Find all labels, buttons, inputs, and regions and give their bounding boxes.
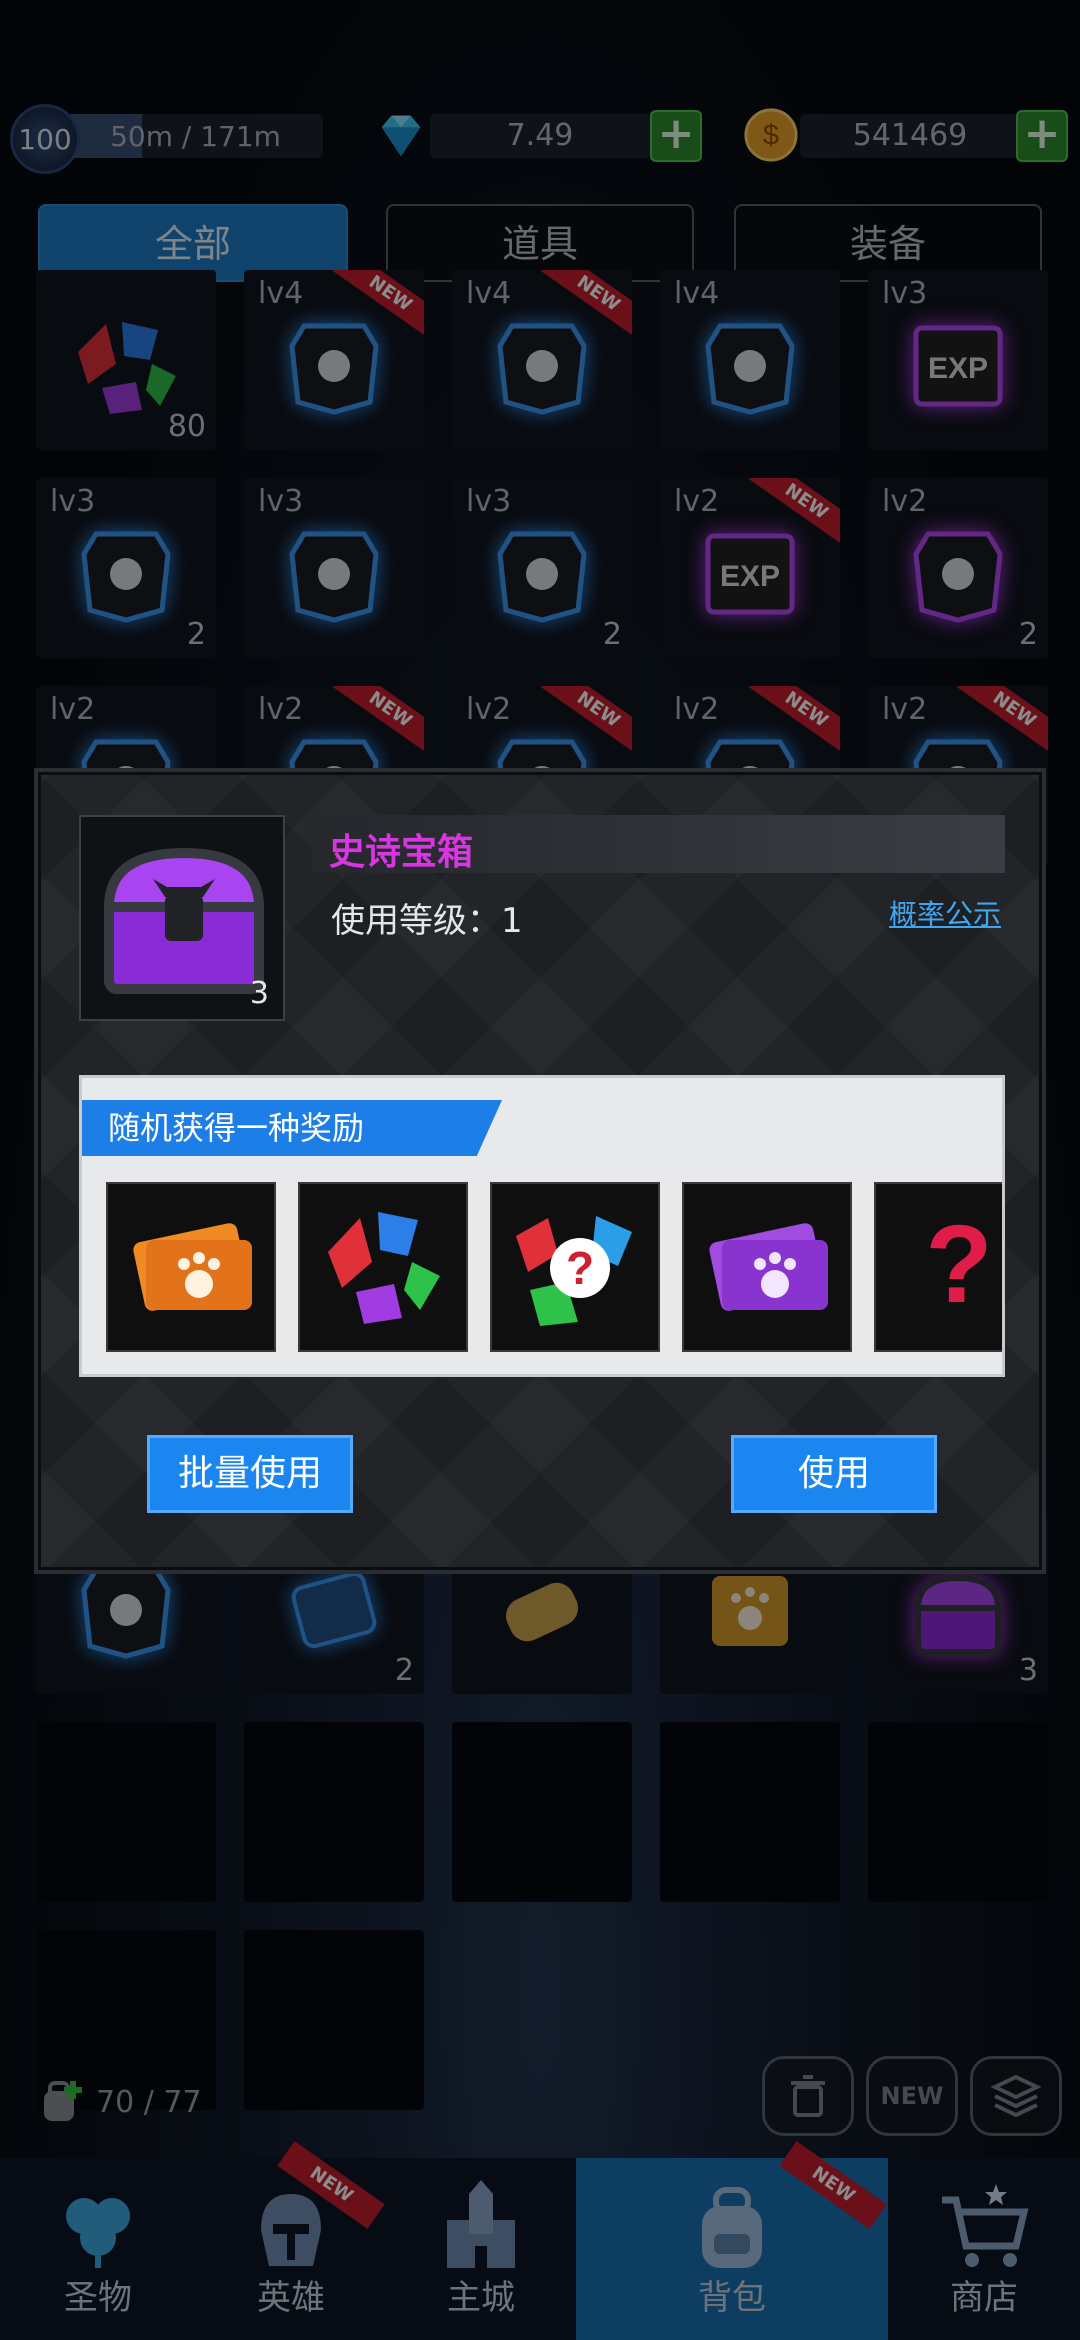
svg-text:?: ? [566, 1242, 594, 1294]
item-preview: 3 [79, 815, 285, 1021]
item-count: 3 [249, 976, 269, 1011]
reward-item[interactable] [682, 1182, 852, 1352]
use-level: 使用等级：1 [331, 901, 523, 941]
reward-panel: 随机获得一种奖励 ? ? [79, 1075, 1005, 1377]
reward-item[interactable] [106, 1182, 276, 1352]
reward-item[interactable]: ? [490, 1182, 660, 1352]
purple-paw-ticket-icon [709, 1223, 828, 1311]
orange-paw-ticket-icon [133, 1223, 252, 1311]
reward-item[interactable] [298, 1182, 468, 1352]
reward-list[interactable]: ? ? [106, 1182, 1002, 1352]
mystery-icon: ? [925, 1203, 992, 1326]
random-gem-icon: ? [516, 1216, 632, 1326]
svg-text:?: ? [925, 1203, 992, 1326]
reward-title: 随机获得一种奖励 [82, 1100, 502, 1156]
item-detail-dialog: 3 史诗宝箱 使用等级：1 概率公示 随机获得一种奖励 ? ? 批量使用 使用 [38, 772, 1042, 1570]
gem-cluster-icon [328, 1212, 440, 1324]
use-button[interactable]: 使用 [731, 1435, 937, 1513]
item-name-bar: 史诗宝箱 [311, 815, 1005, 873]
probability-link[interactable]: 概率公示 [889, 893, 1001, 933]
batch-use-button[interactable]: 批量使用 [147, 1435, 353, 1513]
item-name: 史诗宝箱 [329, 832, 474, 873]
reward-item[interactable]: ? [874, 1182, 1002, 1352]
